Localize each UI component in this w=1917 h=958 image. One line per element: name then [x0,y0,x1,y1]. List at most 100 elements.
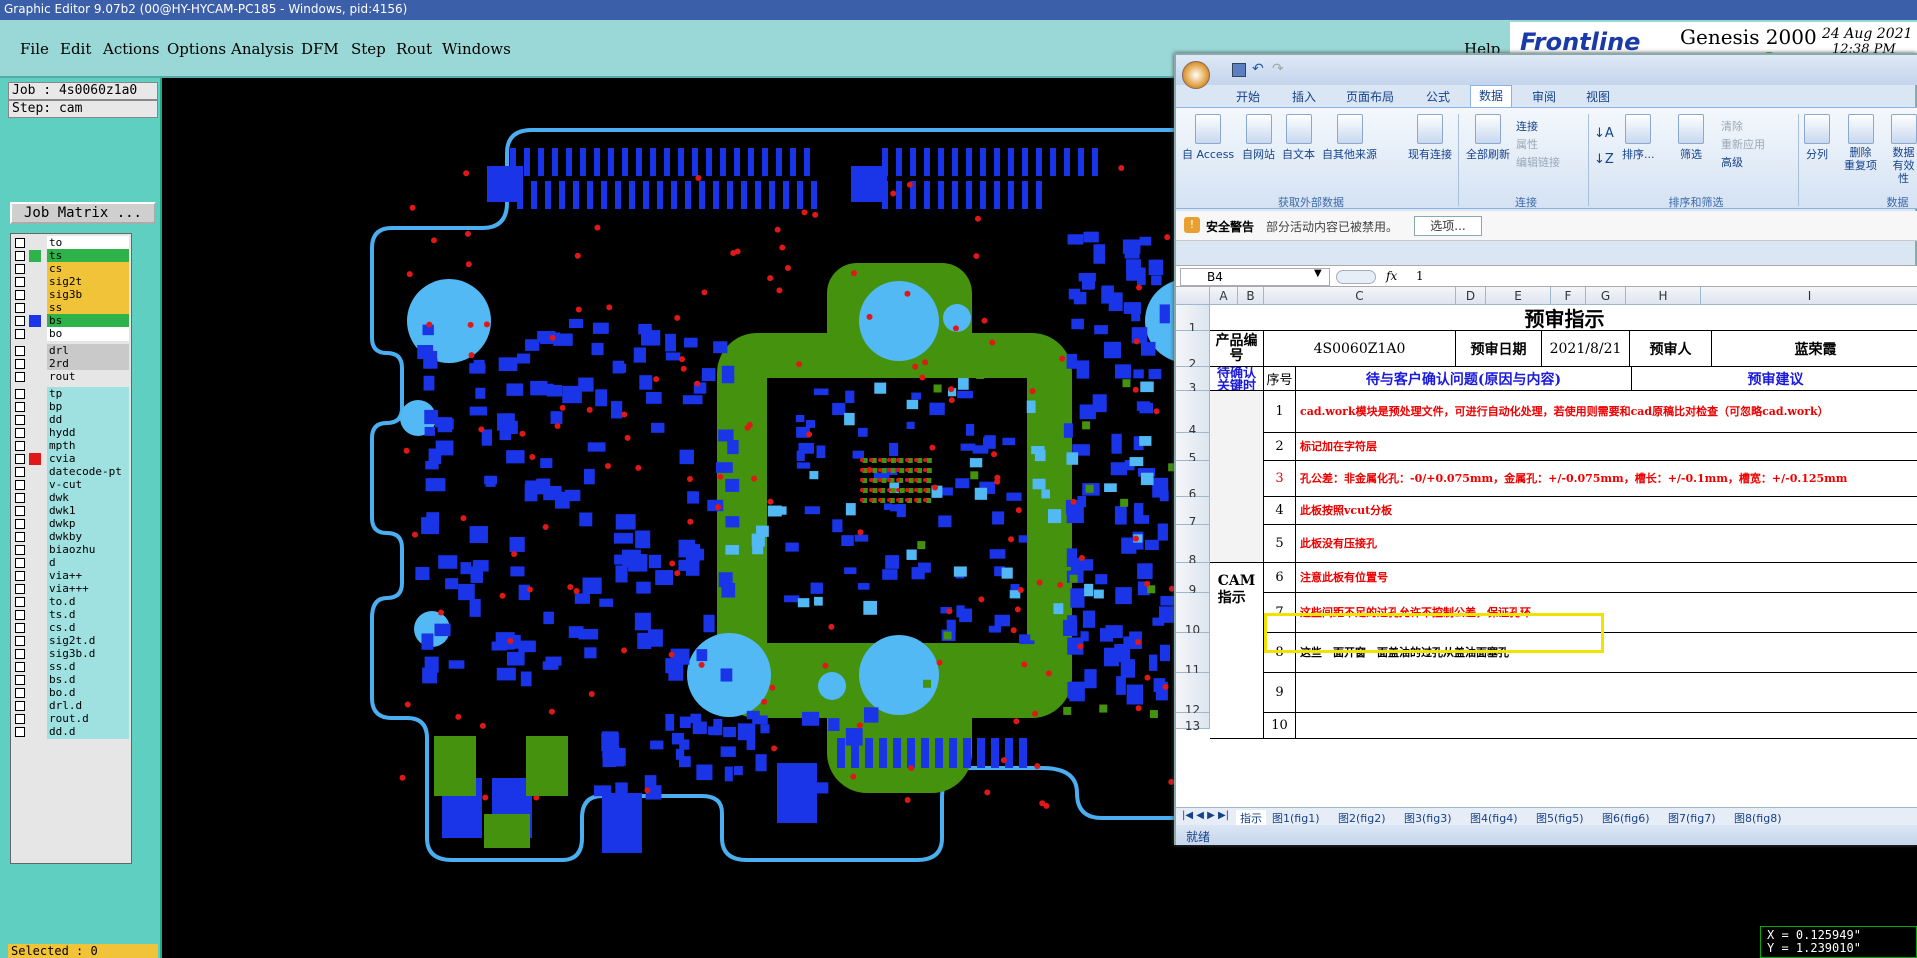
layer-checkbox[interactable] [15,346,25,356]
sheet-tab[interactable]: 图7(fig7) [1668,810,1716,825]
tab-home[interactable]: 开始 [1236,88,1260,105]
layer-row[interactable]: hydd [11,426,131,440]
from-access-button[interactable]: 自 Access [1182,114,1234,162]
reviewer-value-cell[interactable]: 蓝荣霞 [1712,331,1917,367]
layer-checkbox[interactable] [15,290,25,300]
data-validation-button[interactable]: 数据 有效性 [1888,114,1917,185]
layer-checkbox[interactable] [15,558,25,568]
redo-icon[interactable]: ↷ [1272,61,1284,77]
issue-cell[interactable] [1296,673,1917,713]
layer-color-swatch[interactable] [29,401,41,413]
layer-row[interactable]: via+++ [11,582,131,596]
layer-color-swatch[interactable] [29,518,41,530]
layer-row[interactable]: drl [11,344,131,358]
layer-color-swatch[interactable] [29,726,41,738]
layer-row[interactable]: dwkp [11,517,131,531]
layer-color-swatch[interactable] [29,302,41,314]
layer-color-swatch[interactable] [29,661,41,673]
layer-row[interactable]: ss.d [11,660,131,674]
layer-row[interactable]: bo.d [11,686,131,700]
layer-checkbox[interactable] [15,519,25,529]
row-header[interactable]: 8 [1176,525,1210,567]
date-label-cell[interactable]: 预审日期 [1456,331,1542,367]
column-header[interactable]: E [1486,287,1551,305]
fx-icon[interactable]: fx [1386,269,1397,283]
layer-checkbox[interactable] [15,532,25,542]
layer-row[interactable]: biaozhu [11,543,131,557]
layer-row[interactable]: dd.d [11,725,131,739]
layer-color-swatch[interactable] [29,237,41,249]
layer-checkbox[interactable] [15,238,25,248]
layer-checkbox[interactable] [15,727,25,737]
menu-options[interactable]: Options [167,40,226,58]
existing-connections-button[interactable]: 现有连接 [1408,114,1452,162]
layer-checkbox[interactable] [15,316,25,326]
menu-rout[interactable]: Rout [396,40,432,58]
issue-cell[interactable]: 标记加在字符层 [1296,433,1917,461]
layer-row[interactable]: bs [11,314,131,328]
layer-checkbox[interactable] [15,493,25,503]
seq-cell[interactable]: 1 [1264,391,1296,433]
undo-icon[interactable]: ↶ [1252,61,1264,77]
row-header[interactable]: 1 [1176,305,1210,335]
row-header[interactable]: 11 [1176,633,1210,677]
layer-color-swatch[interactable] [29,466,41,478]
date-value-cell[interactable]: 2021/8/21 [1542,331,1630,367]
column-header[interactable]: D [1456,287,1486,305]
column-header[interactable]: A [1210,287,1238,305]
menu-edit[interactable]: Edit [60,40,91,58]
worksheet-grid[interactable]: A B C D E F G H I 1 2 3 4 5 6 7 8 9 10 11 12 13 预审指示 产品编号 4S0060… [1176,287,1917,807]
row-header[interactable]: 6 [1176,461,1210,501]
layer-checkbox[interactable] [15,545,25,555]
row-header[interactable]: 12 [1176,673,1210,717]
layer-checkbox[interactable] [15,597,25,607]
edit-links-link[interactable]: 编辑链接 [1516,154,1560,170]
layer-row[interactable]: dwkby [11,530,131,544]
tab-review[interactable]: 审阅 [1532,88,1556,105]
tab-page-layout[interactable]: 页面布局 [1346,88,1394,105]
layer-color-swatch[interactable] [29,315,41,327]
layer-row[interactable]: d [11,556,131,570]
tab-insert[interactable]: 插入 [1292,88,1316,105]
layer-color-swatch[interactable] [29,453,41,465]
security-options-button[interactable]: 选项... [1414,216,1482,236]
menu-dfm[interactable]: DFM [301,40,339,58]
layer-color-swatch[interactable] [29,544,41,556]
reapply-link[interactable]: 重新应用 [1721,136,1765,152]
layer-checkbox[interactable] [15,610,25,620]
layer-color-swatch[interactable] [29,263,41,275]
sheet-tab[interactable]: 图5(fig5) [1536,810,1584,825]
seq-cell[interactable]: 9 [1264,673,1296,713]
layer-color-swatch[interactable] [29,440,41,452]
layer-checkbox[interactable] [15,277,25,287]
sort-asc-icon[interactable]: ↓A [1594,126,1614,141]
layer-row[interactable]: to [11,236,131,250]
sheet-tab[interactable]: 图8(fig8) [1734,810,1782,825]
product-label-cell[interactable]: 产品编号 [1210,331,1264,367]
sheet-tab[interactable]: 图2(fig2) [1338,810,1386,825]
layer-color-swatch[interactable] [29,609,41,621]
layer-checkbox[interactable] [15,623,25,633]
column-header[interactable]: C [1264,287,1456,305]
advanced-filter-link[interactable]: 高级 [1721,154,1743,170]
name-box[interactable]: B4 [1180,268,1330,286]
row-header[interactable]: 5 [1176,433,1210,465]
layer-checkbox[interactable] [15,402,25,412]
sheet-tab[interactable]: 图1(fig1) [1272,810,1320,825]
layer-color-swatch[interactable] [29,622,41,634]
cam-label-cell[interactable]: CAM 指示 [1210,563,1264,739]
layer-checkbox[interactable] [15,662,25,672]
from-text-button[interactable]: 自文本 [1282,114,1315,162]
row-header[interactable]: 13 [1176,713,1210,733]
menu-step[interactable]: Step [351,40,386,58]
layer-checkbox[interactable] [15,688,25,698]
row-header[interactable]: 10 [1176,593,1210,637]
layer-checkbox[interactable] [15,714,25,724]
save-icon[interactable] [1232,63,1246,77]
layer-color-swatch[interactable] [29,505,41,517]
column-header[interactable]: B [1238,287,1264,305]
menu-actions[interactable]: Actions [103,40,159,58]
layer-row[interactable]: dwk1 [11,504,131,518]
layer-color-swatch[interactable] [29,388,41,400]
layer-row[interactable]: sig3b.d [11,647,131,661]
